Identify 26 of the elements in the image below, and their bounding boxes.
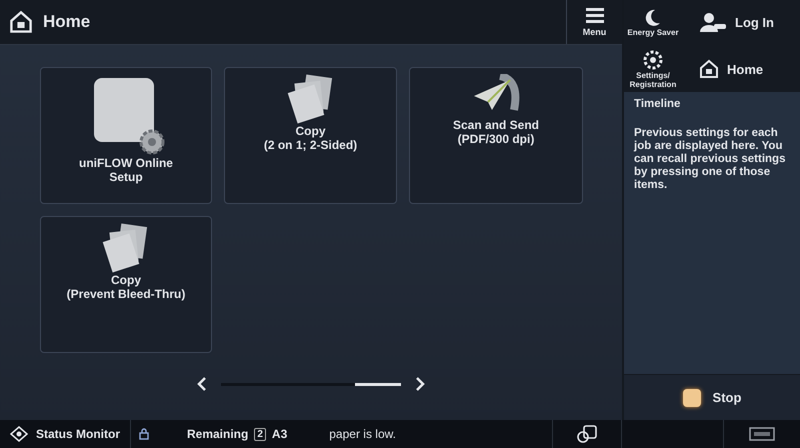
home-icon [699, 59, 719, 79]
lock-icon [139, 428, 149, 440]
eye-icon [10, 426, 28, 442]
app-tile[interactable]: Scan and Send (PDF/300 dpi) [409, 67, 583, 204]
remaining-count: 2 [254, 428, 266, 440]
switch-screen-icon[interactable] [575, 424, 599, 444]
menu-icon [586, 8, 604, 24]
app-tile[interactable]: Copy (Prevent Bleed-Thru) [40, 216, 212, 353]
previous-page-icon[interactable] [197, 376, 207, 392]
gear-icon [643, 50, 663, 70]
status-message: paper is low. [329, 427, 397, 441]
app-tile[interactable]: Copy (2 on 1; 2-Sided) [224, 67, 397, 204]
timeline-hint: Previous settings for each job are displayed here. You can recall previous settings by pressing one of those items. [634, 127, 786, 192]
moon-icon [645, 8, 661, 26]
app-tile[interactable]: uniFLOW Online Setup [40, 67, 212, 204]
user-icon [699, 12, 727, 34]
remaining-label: Remaining [187, 427, 248, 441]
timeline-title: Timeline [634, 98, 682, 111]
stop-button[interactable]: Stop [624, 374, 800, 420]
stop-icon [682, 388, 701, 406]
scroll-thumb[interactable] [355, 382, 401, 386]
keyboard-icon[interactable] [749, 427, 775, 441]
screen-title: Home [43, 12, 92, 32]
next-page-icon[interactable] [415, 376, 425, 392]
paper-size: A3 [272, 427, 288, 441]
home-icon [9, 10, 33, 34]
